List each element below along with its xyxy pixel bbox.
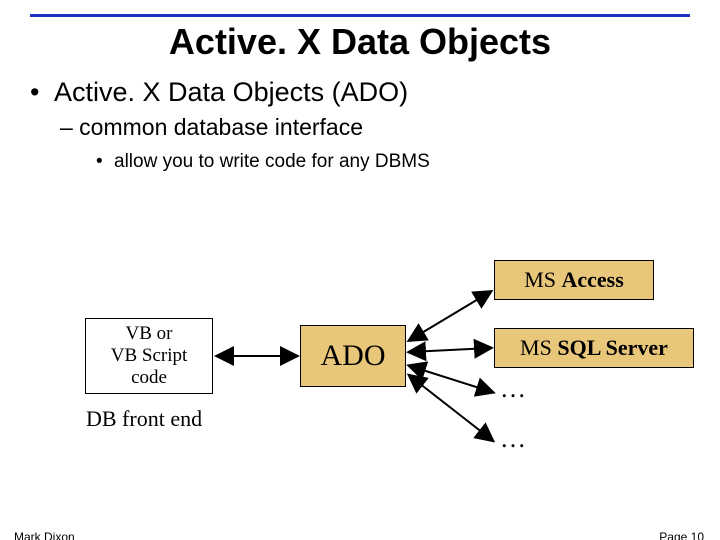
bullet-level-2: – common database interface <box>60 114 690 141</box>
access-prefix: MS <box>524 267 561 292</box>
box-ado: ADO <box>300 325 406 387</box>
ellipsis-1: … <box>500 374 526 404</box>
footer-page: Page 10 <box>659 530 704 540</box>
sql-prefix: MS <box>520 335 557 360</box>
bullet-level-3: •allow you to write code for any DBMS <box>96 151 690 173</box>
box-ms-sql-server: MS SQL Server <box>494 328 694 368</box>
title-rule <box>30 14 690 17</box>
sql-name: SQL Server <box>557 335 668 360</box>
bullet-dot: • <box>30 77 54 108</box>
access-name: Access <box>561 267 623 292</box>
bullet-l2-text: – common database interface <box>60 114 363 140</box>
vb-line-2: VB Script <box>111 345 188 367</box>
bullet-l3-text: allow you to write code for any DBMS <box>114 151 430 172</box>
vb-caption: DB front end <box>86 406 202 432</box>
bullet-dot: • <box>96 151 114 173</box>
slide-title: Active. X Data Objects <box>30 21 690 63</box>
slide: Active. X Data Objects •Active. X Data O… <box>0 14 720 540</box>
box-ms-access: MS Access <box>494 260 654 300</box>
ado-label: ADO <box>321 339 386 373</box>
vb-line-1: VB or <box>126 323 173 345</box>
vb-line-3: code <box>131 367 167 389</box>
ellipsis-2: … <box>500 424 526 454</box>
box-vb-code: VB or VB Script code <box>85 318 213 394</box>
bullet-level-1: •Active. X Data Objects (ADO) <box>30 77 690 108</box>
bullet-l1-text: Active. X Data Objects (ADO) <box>54 77 408 107</box>
footer-author: Mark Dixon <box>14 530 75 540</box>
